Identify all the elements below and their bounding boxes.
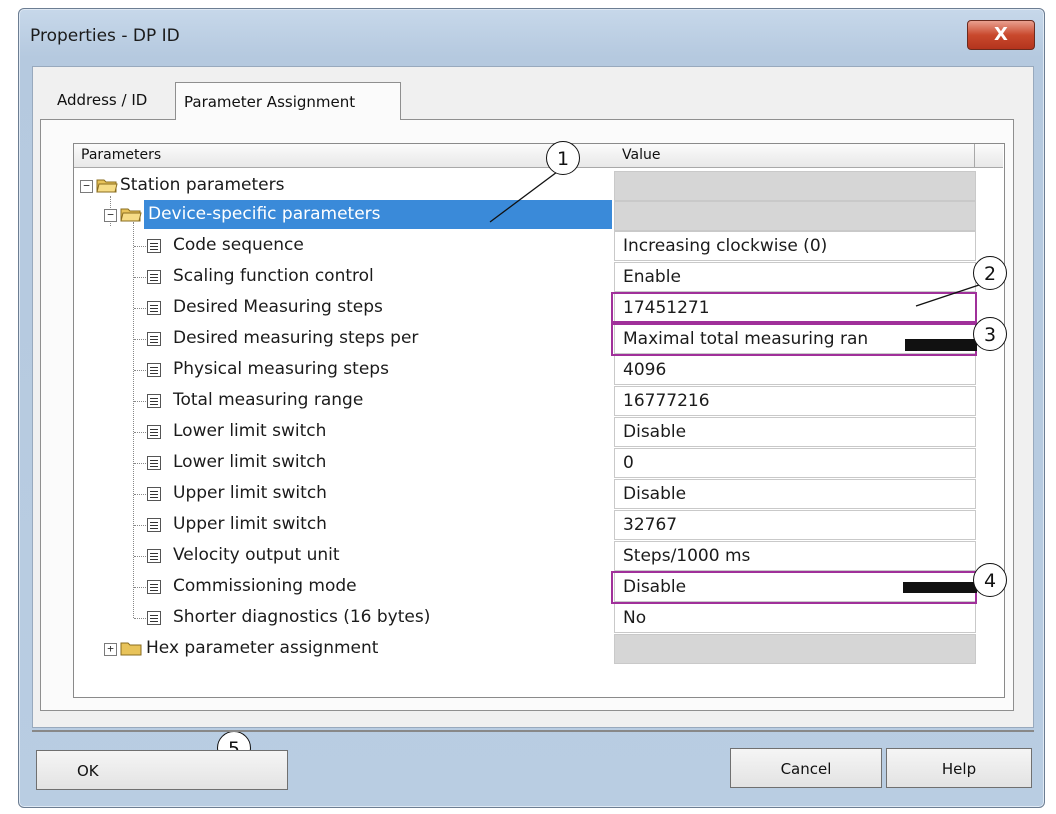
callout-2: 2 xyxy=(973,256,1007,290)
separator xyxy=(32,730,1034,732)
callout-4: 4 xyxy=(973,563,1007,597)
callout-3: 3 xyxy=(973,317,1007,351)
help-button[interactable]: Help xyxy=(886,748,1032,788)
ok-button[interactable]: OK xyxy=(36,750,288,790)
tab-parameter-assignment[interactable]: Parameter Assignment xyxy=(175,82,401,120)
callout-leader-lines xyxy=(489,171,980,307)
cancel-button[interactable]: Cancel xyxy=(730,748,882,788)
callout-1: 1 xyxy=(546,141,580,175)
